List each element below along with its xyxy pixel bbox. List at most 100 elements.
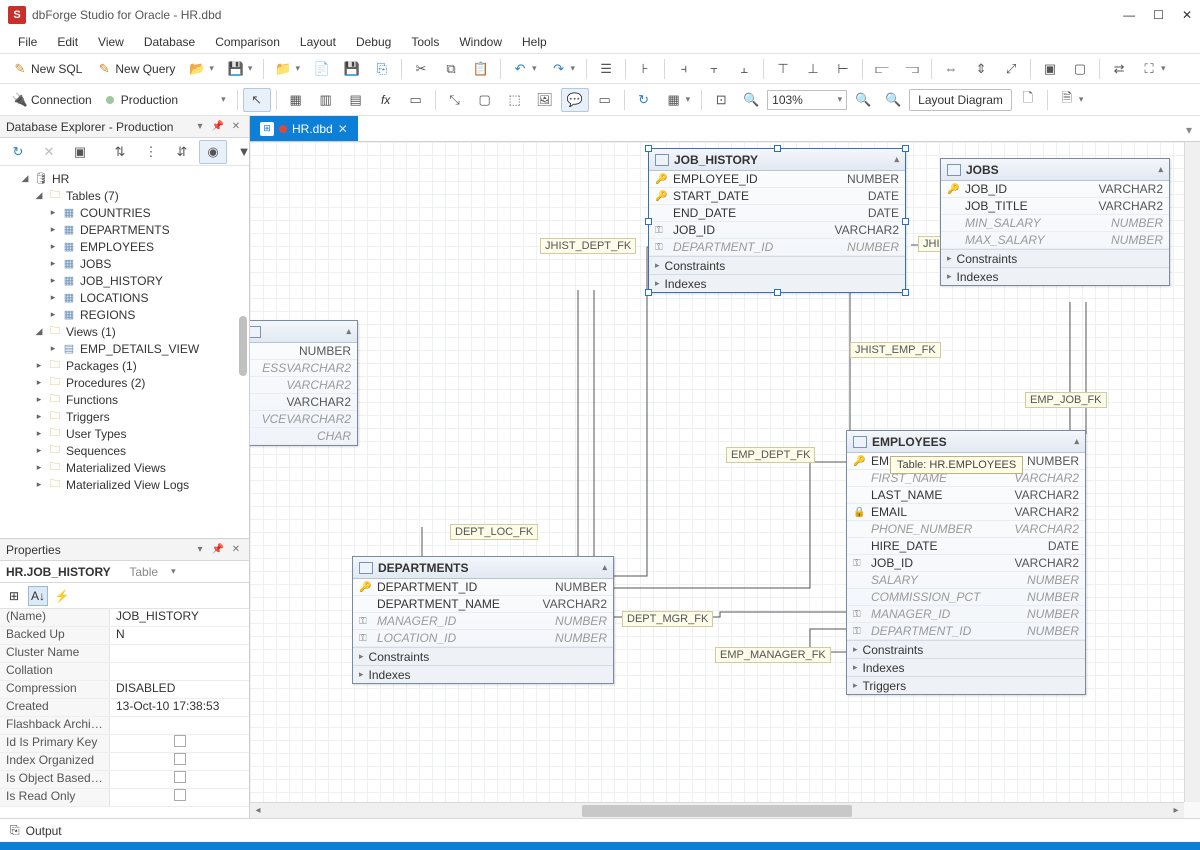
- tree-item[interactable]: ▸▤EMP_DETAILS_VIEW: [0, 340, 249, 357]
- entity-job-history[interactable]: JOB_HISTORY▴ 🔑EMPLOYEE_IDNUMBER🔑START_DA…: [648, 148, 906, 293]
- saveall-button[interactable]: ⎘: [368, 57, 396, 81]
- tree-item[interactable]: ▸▦COUNTRIES: [0, 204, 249, 221]
- fk-label[interactable]: DEPT_MGR_FK: [622, 611, 713, 627]
- diagram-canvas[interactable]: JHIST_DEPT_FK JHIST_JOB_FK JHIST_EMP_FK …: [250, 142, 1184, 802]
- output-label[interactable]: Output: [26, 824, 62, 838]
- tree-item[interactable]: ▸▦EMPLOYEES: [0, 238, 249, 255]
- column-row[interactable]: JOB_TITLEVARCHAR2: [941, 198, 1169, 215]
- exp-filter2-icon[interactable]: ⋮: [137, 140, 165, 164]
- align4-icon[interactable]: ⊤: [769, 57, 797, 81]
- cut-button[interactable]: ✂: [407, 57, 435, 81]
- column-row[interactable]: HIRE_DATEDATE: [847, 538, 1085, 555]
- entity-section[interactable]: ▸Indexes: [353, 665, 613, 683]
- doc-button[interactable]: 📄: [308, 57, 336, 81]
- menu-tools[interactable]: Tools: [403, 33, 447, 51]
- property-row[interactable]: Cluster Name: [0, 645, 249, 663]
- column-row[interactable]: ⚿MANAGER_IDNUMBER: [353, 613, 613, 630]
- column-row[interactable]: DEPARTMENT_NAMEVARCHAR2: [353, 596, 613, 613]
- menu-comparison[interactable]: Comparison: [207, 33, 288, 51]
- fk-label[interactable]: EMP_MANAGER_FK: [715, 647, 831, 663]
- column-row[interactable]: ⚿DEPARTMENT_IDNUMBER: [847, 623, 1085, 640]
- minimize-button[interactable]: —: [1123, 8, 1135, 22]
- tree-item[interactable]: ▸🗀Functions: [0, 391, 249, 408]
- exp-scope-icon[interactable]: ◉: [199, 140, 227, 164]
- tree-item[interactable]: ▸🗀Triggers: [0, 408, 249, 425]
- zoomtool-button[interactable]: 🔍: [737, 88, 765, 112]
- property-row[interactable]: Is Read Only: [0, 789, 249, 807]
- menu-view[interactable]: View: [90, 33, 132, 51]
- fk-label[interactable]: EMP_JOB_FK: [1025, 392, 1107, 408]
- property-row[interactable]: Collation: [0, 663, 249, 681]
- note-tool[interactable]: 💬: [561, 88, 589, 112]
- connection-dropdown[interactable]: Production▾: [100, 89, 232, 111]
- column-row[interactable]: COMMISSION_PCTNUMBER: [847, 589, 1085, 606]
- selection-handle[interactable]: [774, 289, 781, 296]
- tree-item[interactable]: ▸▦REGIONS: [0, 306, 249, 323]
- dist1-icon[interactable]: ⫍: [868, 57, 896, 81]
- tree-item[interactable]: ▸▦JOBS: [0, 255, 249, 272]
- property-row[interactable]: Flashback Archiv...: [0, 717, 249, 735]
- size3-icon[interactable]: ⤢: [997, 57, 1025, 81]
- tree-item[interactable]: ▸🗀Procedures (2): [0, 374, 249, 391]
- tree-item[interactable]: ▸🗀Materialized Views: [0, 459, 249, 476]
- exp-window-icon[interactable]: ▣: [66, 140, 94, 164]
- tree-item[interactable]: ▸▦JOB_HISTORY: [0, 272, 249, 289]
- redo-button[interactable]: ↷▾: [545, 57, 582, 81]
- column-row[interactable]: END_DATEDATE: [649, 205, 905, 222]
- entity-partial[interactable]: ▴ NUMBERESSVARCHAR2VARCHAR2VARCHAR2VCEVA…: [250, 320, 358, 446]
- layout-diagram-button[interactable]: Layout Diagram: [909, 89, 1012, 111]
- stop-button[interactable]: ▦▾: [660, 88, 697, 112]
- column-row[interactable]: 🔑DEPARTMENT_IDNUMBER: [353, 579, 613, 596]
- tree-item[interactable]: ▸🗀User Types: [0, 425, 249, 442]
- menu-window[interactable]: Window: [451, 33, 510, 51]
- column-row[interactable]: MIN_SALARYNUMBER: [941, 215, 1169, 232]
- align6-icon[interactable]: ⊢: [829, 57, 857, 81]
- pkg-tool[interactable]: ▭: [402, 88, 430, 112]
- tree-item[interactable]: ◢🗀Views (1): [0, 323, 249, 340]
- align1-icon[interactable]: ⫞: [670, 57, 698, 81]
- panel-close-icon[interactable]: ✕: [229, 120, 243, 134]
- entity-section[interactable]: ▸Triggers: [847, 676, 1085, 694]
- column-row[interactable]: ⚿MANAGER_IDNUMBER: [847, 606, 1085, 623]
- entity-section[interactable]: ▸Constraints: [941, 249, 1169, 267]
- selection-handle[interactable]: [902, 218, 909, 225]
- text-tool[interactable]: ▭: [591, 88, 619, 112]
- fk-label[interactable]: DEPT_LOC_FK: [450, 524, 538, 540]
- entity-section[interactable]: ▸Indexes: [847, 658, 1085, 676]
- close-button[interactable]: ✕: [1182, 8, 1192, 22]
- entity-section[interactable]: ▸Constraints: [353, 647, 613, 665]
- tab-close-icon[interactable]: ✕: [338, 122, 348, 136]
- column-row[interactable]: 🔑JOB_IDVARCHAR2: [941, 181, 1169, 198]
- column-row[interactable]: NUMBER: [250, 343, 357, 360]
- paste-button[interactable]: 📋: [467, 57, 495, 81]
- property-row[interactable]: Is Object Based ...: [0, 771, 249, 789]
- size1-icon[interactable]: ⇔: [937, 57, 965, 81]
- exp-filter3-icon[interactable]: ⇵: [168, 140, 196, 164]
- menu-file[interactable]: File: [10, 33, 45, 51]
- entity-section[interactable]: ▸Constraints: [649, 256, 905, 274]
- output-icon[interactable]: ⎘: [10, 823, 20, 838]
- selection-handle[interactable]: [774, 145, 781, 152]
- menu-debug[interactable]: Debug: [348, 33, 399, 51]
- column-row[interactable]: PHONE_NUMBERVARCHAR2: [847, 521, 1085, 538]
- tree-item[interactable]: ▸🗀Packages (1): [0, 357, 249, 374]
- column-row[interactable]: 🔒EMAILVARCHAR2: [847, 504, 1085, 521]
- prop-close-icon[interactable]: ✕: [229, 543, 243, 557]
- align-left-icon[interactable]: ⊦: [631, 57, 659, 81]
- copy-button[interactable]: ⧉: [437, 57, 465, 81]
- maximize-button[interactable]: ☐: [1153, 8, 1164, 22]
- size2-icon[interactable]: ⇕: [967, 57, 995, 81]
- menu-edit[interactable]: Edit: [49, 33, 86, 51]
- selection-handle[interactable]: [645, 218, 652, 225]
- property-row[interactable]: Id Is Primary Key: [0, 735, 249, 753]
- table-tool[interactable]: ▦: [282, 88, 310, 112]
- stamp-tool[interactable]: ⬚: [501, 88, 529, 112]
- selection-handle[interactable]: [645, 145, 652, 152]
- pointer-tool[interactable]: ↖: [243, 88, 271, 112]
- open-button[interactable]: 📂▾: [183, 57, 220, 81]
- refresh-button[interactable]: ↻: [630, 88, 658, 112]
- entity-section[interactable]: ▸Indexes: [941, 267, 1169, 285]
- column-row[interactable]: 🔑START_DATEDATE: [649, 188, 905, 205]
- column-row[interactable]: VCEVARCHAR2: [250, 411, 357, 428]
- canvas-vscroll[interactable]: [1184, 142, 1200, 802]
